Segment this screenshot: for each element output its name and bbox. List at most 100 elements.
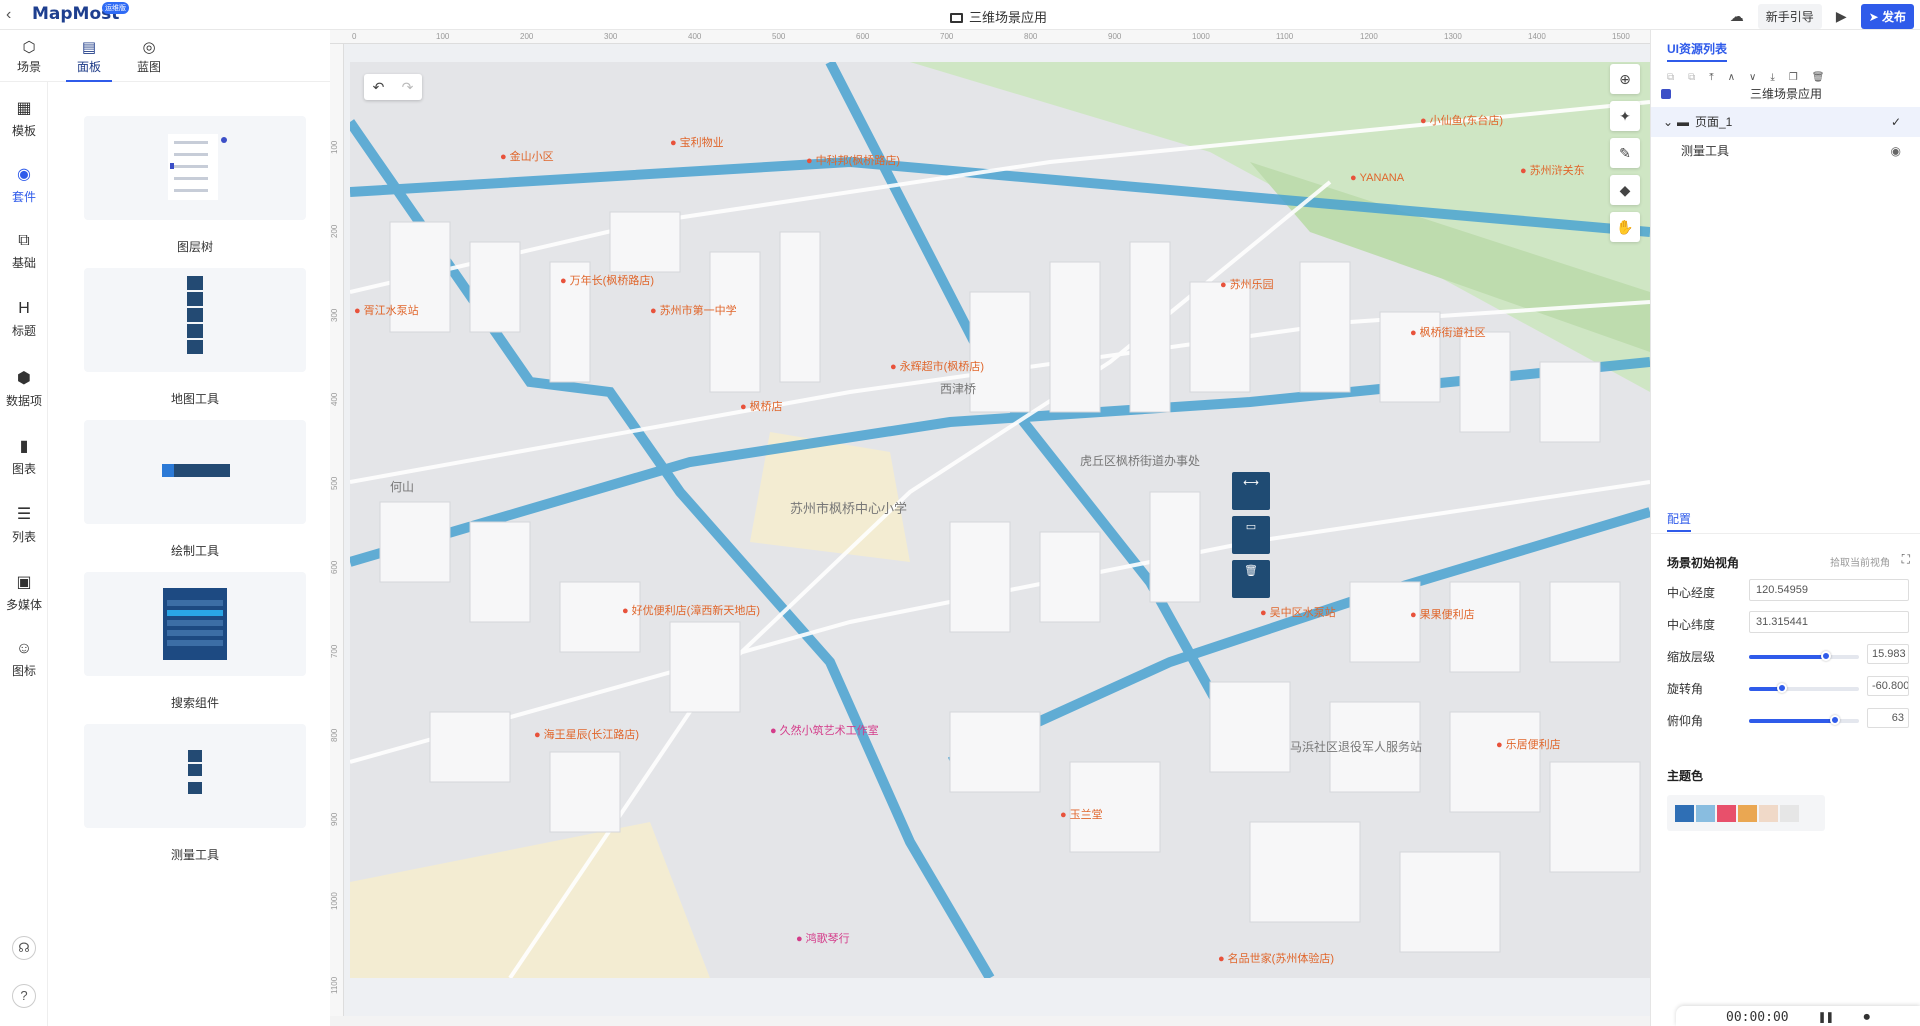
map-poi[interactable]: 胥江水泵站 (354, 302, 419, 318)
rail-item-basic[interactable]: ⧉ 基础 (0, 232, 48, 271)
help-icon[interactable]: ? (12, 984, 36, 1008)
undo-icon[interactable]: ↶ (373, 79, 385, 96)
map-poi[interactable]: 名品世家(苏州体验店) (1218, 950, 1334, 966)
map-poi[interactable]: YANANA (1350, 172, 1404, 184)
redo-icon[interactable]: ↷ (402, 79, 414, 96)
kit-card-measure[interactable]: 测量工具 (84, 724, 306, 863)
timer-value: 00:00:00 (1726, 1010, 1789, 1025)
kit-card-draw-tools[interactable]: 绘制工具 (84, 420, 306, 559)
theme-color-swatch[interactable] (1717, 805, 1736, 822)
locate-icon[interactable]: ⊕ (1610, 64, 1640, 94)
tree-node-measure[interactable]: 测量工具 ◉ (1651, 136, 1920, 166)
cube-icon[interactable]: ◆ (1610, 175, 1640, 205)
zoom-slider[interactable] (1749, 651, 1859, 661)
ruler-tick: 900 (1108, 32, 1122, 41)
publish-button[interactable]: ➤ 发布 (1860, 4, 1914, 29)
ruler-tick: 300 (330, 308, 339, 322)
center-lng-input[interactable] (1749, 579, 1909, 601)
slider-handle[interactable] (1829, 715, 1840, 725)
rotate-slider[interactable] (1749, 683, 1859, 693)
pitch-value[interactable]: 63 (1867, 708, 1909, 728)
record-icon[interactable]: ⏺ (1864, 1010, 1871, 1026)
theme-color-swatch[interactable] (1675, 805, 1694, 822)
map-poi[interactable]: 玉兰堂 (1060, 806, 1103, 822)
guide-button[interactable]: 新手引导 (1757, 4, 1822, 29)
theme-color-swatch[interactable] (1780, 805, 1799, 822)
magic-wand-icon[interactable]: ✦ (1610, 101, 1640, 131)
ui-resource-list-title[interactable]: UI资源列表 (1667, 40, 1728, 62)
tree-node-page[interactable]: ⌄ ▬ 页面_1 ✓ (1651, 107, 1920, 137)
rail-label: 列表 (11, 530, 36, 544)
eye-icon[interactable]: ◉ (1891, 136, 1901, 166)
map-poi[interactable]: 中科邦(枫桥路店) (806, 152, 900, 168)
pitch-slider[interactable] (1749, 715, 1859, 725)
map-poi[interactable]: 枫桥街道社区 (1410, 324, 1486, 340)
center-lat-input[interactable] (1749, 611, 1909, 633)
distance-measure-button[interactable]: ⟷ (1232, 472, 1270, 510)
kit-card-layer-tree[interactable]: 图层树 (84, 116, 306, 255)
theme-color-swatch[interactable] (1759, 805, 1778, 822)
rail-item-heading[interactable]: H 标题 (0, 300, 48, 339)
theme-color-picker[interactable] (1667, 795, 1825, 831)
support-icon[interactable]: ☊ (12, 936, 36, 960)
map-poi[interactable]: 海王星辰(长江路店) (534, 726, 639, 742)
pause-icon[interactable]: ❚❚ (1818, 1010, 1834, 1026)
map-poi[interactable]: 永辉超市(枫桥店) (890, 358, 984, 374)
clear-measure-button[interactable]: 🗑 (1232, 560, 1270, 598)
map-tools-thumbnail (84, 268, 306, 372)
chevron-down-icon[interactable]: ⌄ (1663, 107, 1673, 137)
kit-card-search[interactable]: 搜索组件 (84, 572, 306, 711)
map-poi[interactable]: 苏州浒关东 (1520, 162, 1585, 178)
rail-item-media[interactable]: ▣ 多媒体 (0, 572, 48, 613)
monitor-icon (950, 13, 963, 23)
map-poi[interactable]: 苏州乐园 (1220, 276, 1274, 292)
tree-root[interactable]: 三维场景应用 (1651, 79, 1920, 109)
tab-blueprint[interactable]: ◎ 蓝图 (124, 38, 174, 75)
map-poi[interactable]: 金山小区 (500, 148, 554, 164)
map-poi[interactable]: 苏州市第一中学 (650, 302, 737, 318)
bottom-scroll-track[interactable] (330, 1016, 1650, 1026)
right-panel: UI资源列表 ⧉ ⧉ ⤒ ∧ ∨ ⤓ ❐ 🗑 三维场景应用 ⌄ ▬ 页面_1 ✓… (1650, 30, 1920, 1026)
rail-item-chart[interactable]: ▮ 图表 (0, 436, 48, 477)
map-poi[interactable]: 久然小筑艺术工作室 (770, 722, 879, 738)
map-place: 苏州市枫桥中心小学 (790, 501, 908, 516)
rail-item-template[interactable]: ▦ 模板 (0, 98, 48, 139)
cloud-icon[interactable]: ☁ (1730, 8, 1744, 25)
rail-item-kit[interactable]: ◉ 套件 (0, 164, 48, 205)
map-poi[interactable]: 万年长(枫桥路店) (560, 272, 654, 288)
3d-map-view[interactable]: 金山小区 宝利物业 中科邦(枫桥路店) 万年长(枫桥路店) 苏州市第一中学 枫桥… (350, 62, 1650, 978)
kit-card-map-tools[interactable]: 地图工具 (84, 268, 306, 407)
map-poi[interactable]: 乐居便利店 (1496, 736, 1561, 752)
map-poi[interactable]: 枫桥店 (740, 398, 783, 414)
capture-icon[interactable]: ⛶ (1902, 552, 1910, 567)
brush-icon[interactable]: ✎ (1610, 138, 1640, 168)
tab-panel[interactable]: ▤ 面板 (64, 38, 114, 82)
rail-item-icons[interactable]: ☺ 图标 (0, 640, 48, 679)
map-poi[interactable]: 宝利物业 (670, 134, 724, 150)
tab-scene[interactable]: ⬡ 场景 (4, 38, 54, 75)
slider-handle[interactable] (1821, 651, 1831, 661)
area-measure-button[interactable]: ▭ (1232, 516, 1270, 554)
theme-color-swatch[interactable] (1738, 805, 1757, 822)
rail-item-list[interactable]: ☰ 列表 (0, 504, 48, 545)
rail-item-data[interactable]: ⬢ 数据项 (0, 368, 48, 409)
config-tab[interactable]: 配置 (1667, 510, 1692, 532)
app-title-text: 三维场景应用 (969, 10, 1048, 25)
map-poi[interactable]: 鸿歌琴行 (796, 930, 850, 946)
kit-icon: ◉ (17, 166, 31, 183)
rotate-value[interactable]: -60.800( (1867, 676, 1909, 696)
ruler-tick: 0 (352, 32, 357, 41)
slider-handle[interactable] (1777, 683, 1787, 693)
editor-canvas[interactable]: 0 100 200 300 400 500 600 700 800 900 10… (330, 30, 1650, 1026)
pick-view-button[interactable]: 拾取当前视角 (1830, 554, 1890, 569)
map-poi[interactable]: 好优便利店(漳西新天地店) (622, 602, 760, 618)
theme-color-swatch[interactable] (1696, 805, 1715, 822)
preview-icon[interactable]: ▶ (1836, 8, 1847, 25)
map-poi[interactable]: 果果便利店 (1410, 606, 1475, 622)
back-icon[interactable]: ‹ (6, 6, 11, 24)
map-poi[interactable]: 吴中区水泵站 (1260, 604, 1336, 620)
draw-tools-preview (162, 464, 230, 477)
map-poi[interactable]: 小仙鱼(东台店) (1420, 112, 1503, 128)
hand-icon[interactable]: ✋ (1610, 212, 1640, 242)
zoom-value[interactable]: 15.983 (1867, 644, 1909, 664)
